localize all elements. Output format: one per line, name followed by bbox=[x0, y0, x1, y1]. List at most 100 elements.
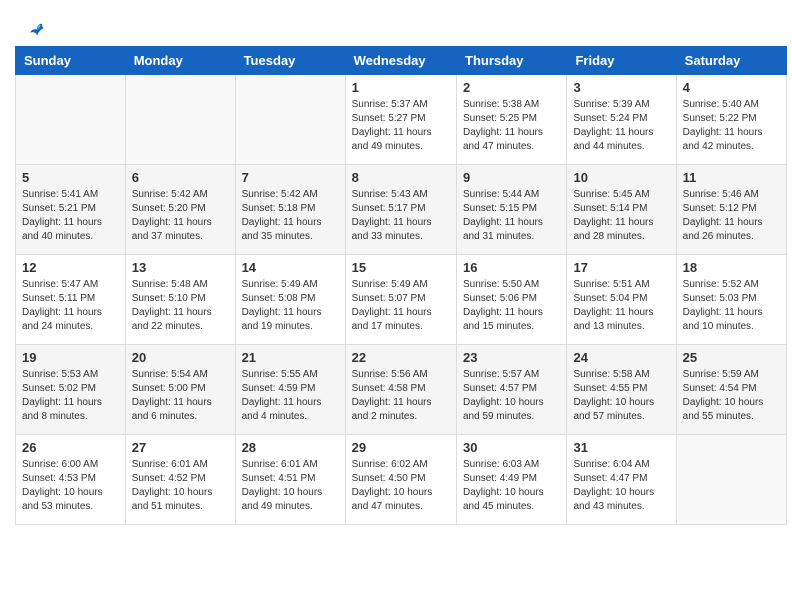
calendar-cell bbox=[125, 75, 235, 165]
day-info: Sunrise: 5:59 AM Sunset: 4:54 PM Dayligh… bbox=[683, 368, 780, 424]
day-number: 24 bbox=[573, 350, 669, 365]
day-number: 10 bbox=[573, 170, 669, 185]
day-number: 3 bbox=[573, 80, 669, 95]
day-number: 8 bbox=[352, 170, 450, 185]
calendar-header-saturday: Saturday bbox=[676, 47, 786, 75]
day-number: 6 bbox=[132, 170, 229, 185]
calendar-cell: 18 Sunrise: 5:52 AM Sunset: 5:03 PM Dayli… bbox=[676, 255, 786, 345]
calendar-cell: 20 Sunrise: 5:54 AM Sunset: 5:00 PM Dayli… bbox=[125, 345, 235, 435]
day-number: 2 bbox=[463, 80, 560, 95]
calendar-cell: 25 Sunrise: 5:59 AM Sunset: 4:54 PM Dayli… bbox=[676, 345, 786, 435]
day-info: Sunrise: 5:49 AM Sunset: 5:07 PM Dayligh… bbox=[352, 278, 450, 334]
calendar-cell bbox=[676, 435, 786, 525]
day-info: Sunrise: 5:41 AM Sunset: 5:21 PM Dayligh… bbox=[22, 188, 119, 244]
day-number: 7 bbox=[242, 170, 339, 185]
calendar-cell: 2 Sunrise: 5:38 AM Sunset: 5:25 PM Daylig… bbox=[457, 75, 567, 165]
day-number: 31 bbox=[573, 440, 669, 455]
calendar-cell: 9Sunrise: 5:44 AM Sunset: 5:15 PM Daylig… bbox=[457, 165, 567, 255]
calendar-cell: 1Sunrise: 5:37 AM Sunset: 5:27 PM Daylig… bbox=[345, 75, 456, 165]
day-info: Sunrise: 5:44 AM Sunset: 5:15 PM Dayligh… bbox=[463, 188, 560, 244]
calendar-cell: 12 Sunrise: 5:47 AM Sunset: 5:11 PM Dayli… bbox=[16, 255, 126, 345]
day-info: Sunrise: 5:54 AM Sunset: 5:00 PM Dayligh… bbox=[132, 368, 229, 424]
day-info: Sunrise: 5:40 AM Sunset: 5:22 PM Dayligh… bbox=[683, 98, 780, 154]
day-info: Sunrise: 5:58 AM Sunset: 4:55 PM Dayligh… bbox=[573, 368, 669, 424]
calendar-cell bbox=[16, 75, 126, 165]
day-info: Sunrise: 5:53 AM Sunset: 5:02 PM Dayligh… bbox=[22, 368, 119, 424]
calendar-cell: 19 Sunrise: 5:53 AM Sunset: 5:02 PM Dayli… bbox=[16, 345, 126, 435]
day-number: 22 bbox=[352, 350, 450, 365]
calendar-header-sunday: Sunday bbox=[16, 47, 126, 75]
logo-bird-icon bbox=[27, 20, 45, 38]
calendar-cell: 26 Sunrise: 6:00 AM Sunset: 4:53 PM Dayli… bbox=[16, 435, 126, 525]
calendar-cell: 3 Sunrise: 5:39 AM Sunset: 5:24 PM Daylig… bbox=[567, 75, 676, 165]
day-number: 30 bbox=[463, 440, 560, 455]
day-number: 27 bbox=[132, 440, 229, 455]
page-header bbox=[10, 10, 782, 46]
day-info: Sunrise: 5:43 AM Sunset: 5:17 PM Dayligh… bbox=[352, 188, 450, 244]
calendar-cell: 31Sunrise: 6:04 AM Sunset: 4:47 PM Dayli… bbox=[567, 435, 676, 525]
calendar-cell: 21 Sunrise: 5:55 AM Sunset: 4:59 PM Dayli… bbox=[235, 345, 345, 435]
day-number: 4 bbox=[683, 80, 780, 95]
day-number: 19 bbox=[22, 350, 119, 365]
calendar-cell: 24 Sunrise: 5:58 AM Sunset: 4:55 PM Dayli… bbox=[567, 345, 676, 435]
calendar-cell: 13 Sunrise: 5:48 AM Sunset: 5:10 PM Dayli… bbox=[125, 255, 235, 345]
day-info: Sunrise: 5:42 AM Sunset: 5:20 PM Dayligh… bbox=[132, 188, 229, 244]
calendar-header-thursday: Thursday bbox=[457, 47, 567, 75]
day-info: Sunrise: 5:57 AM Sunset: 4:57 PM Dayligh… bbox=[463, 368, 560, 424]
day-number: 17 bbox=[573, 260, 669, 275]
calendar-cell: 29Sunrise: 6:02 AM Sunset: 4:50 PM Dayli… bbox=[345, 435, 456, 525]
day-info: Sunrise: 5:38 AM Sunset: 5:25 PM Dayligh… bbox=[463, 98, 560, 154]
calendar-cell: 15 Sunrise: 5:49 AM Sunset: 5:07 PM Dayli… bbox=[345, 255, 456, 345]
calendar-cell: 4 Sunrise: 5:40 AM Sunset: 5:22 PM Daylig… bbox=[676, 75, 786, 165]
calendar-week-row: 5 Sunrise: 5:41 AM Sunset: 5:21 PM Daylig… bbox=[16, 165, 787, 255]
day-info: Sunrise: 5:37 AM Sunset: 5:27 PM Dayligh… bbox=[352, 98, 450, 154]
day-number: 11 bbox=[683, 170, 780, 185]
day-info: Sunrise: 6:03 AM Sunset: 4:49 PM Dayligh… bbox=[463, 458, 560, 514]
day-info: Sunrise: 5:55 AM Sunset: 4:59 PM Dayligh… bbox=[242, 368, 339, 424]
day-info: Sunrise: 5:39 AM Sunset: 5:24 PM Dayligh… bbox=[573, 98, 669, 154]
day-number: 13 bbox=[132, 260, 229, 275]
calendar-cell: 17 Sunrise: 5:51 AM Sunset: 5:04 PM Dayli… bbox=[567, 255, 676, 345]
day-info: Sunrise: 5:45 AM Sunset: 5:14 PM Dayligh… bbox=[573, 188, 669, 244]
calendar-header-friday: Friday bbox=[567, 47, 676, 75]
day-number: 16 bbox=[463, 260, 560, 275]
calendar-cell: 14 Sunrise: 5:49 AM Sunset: 5:08 PM Dayli… bbox=[235, 255, 345, 345]
day-number: 5 bbox=[22, 170, 119, 185]
day-info: Sunrise: 5:51 AM Sunset: 5:04 PM Dayligh… bbox=[573, 278, 669, 334]
calendar-header-row: SundayMondayTuesdayWednesdayThursdayFrid… bbox=[16, 47, 787, 75]
calendar-header-monday: Monday bbox=[125, 47, 235, 75]
calendar-cell: 7 Sunrise: 5:42 AM Sunset: 5:18 PM Daylig… bbox=[235, 165, 345, 255]
day-info: Sunrise: 5:52 AM Sunset: 5:03 PM Dayligh… bbox=[683, 278, 780, 334]
calendar-header-tuesday: Tuesday bbox=[235, 47, 345, 75]
day-info: Sunrise: 6:02 AM Sunset: 4:50 PM Dayligh… bbox=[352, 458, 450, 514]
day-number: 12 bbox=[22, 260, 119, 275]
day-info: Sunrise: 5:48 AM Sunset: 5:10 PM Dayligh… bbox=[132, 278, 229, 334]
day-info: Sunrise: 5:46 AM Sunset: 5:12 PM Dayligh… bbox=[683, 188, 780, 244]
calendar-cell: 22 Sunrise: 5:56 AM Sunset: 4:58 PM Dayli… bbox=[345, 345, 456, 435]
day-number: 21 bbox=[242, 350, 339, 365]
calendar-week-row: 19 Sunrise: 5:53 AM Sunset: 5:02 PM Dayli… bbox=[16, 345, 787, 435]
day-info: Sunrise: 5:56 AM Sunset: 4:58 PM Dayligh… bbox=[352, 368, 450, 424]
day-number: 26 bbox=[22, 440, 119, 455]
calendar-cell: 8 Sunrise: 5:43 AM Sunset: 5:17 PM Daylig… bbox=[345, 165, 456, 255]
calendar-week-row: 12 Sunrise: 5:47 AM Sunset: 5:11 PM Dayli… bbox=[16, 255, 787, 345]
day-info: Sunrise: 6:01 AM Sunset: 4:52 PM Dayligh… bbox=[132, 458, 229, 514]
day-info: Sunrise: 6:00 AM Sunset: 4:53 PM Dayligh… bbox=[22, 458, 119, 514]
calendar-cell: 10 Sunrise: 5:45 AM Sunset: 5:14 PM Dayli… bbox=[567, 165, 676, 255]
day-info: Sunrise: 5:47 AM Sunset: 5:11 PM Dayligh… bbox=[22, 278, 119, 334]
day-info: Sunrise: 5:50 AM Sunset: 5:06 PM Dayligh… bbox=[463, 278, 560, 334]
calendar-cell: 27 Sunrise: 6:01 AM Sunset: 4:52 PM Dayli… bbox=[125, 435, 235, 525]
day-number: 14 bbox=[242, 260, 339, 275]
calendar-cell: 28Sunrise: 6:01 AM Sunset: 4:51 PM Dayli… bbox=[235, 435, 345, 525]
day-info: Sunrise: 5:42 AM Sunset: 5:18 PM Dayligh… bbox=[242, 188, 339, 244]
calendar-cell: 11 Sunrise: 5:46 AM Sunset: 5:12 PM Dayli… bbox=[676, 165, 786, 255]
day-number: 20 bbox=[132, 350, 229, 365]
day-number: 18 bbox=[683, 260, 780, 275]
calendar-cell: 30 Sunrise: 6:03 AM Sunset: 4:49 PM Dayli… bbox=[457, 435, 567, 525]
calendar-cell bbox=[235, 75, 345, 165]
calendar-cell: 5 Sunrise: 5:41 AM Sunset: 5:21 PM Daylig… bbox=[16, 165, 126, 255]
day-number: 25 bbox=[683, 350, 780, 365]
day-info: Sunrise: 5:49 AM Sunset: 5:08 PM Dayligh… bbox=[242, 278, 339, 334]
logo bbox=[25, 20, 45, 38]
day-number: 15 bbox=[352, 260, 450, 275]
